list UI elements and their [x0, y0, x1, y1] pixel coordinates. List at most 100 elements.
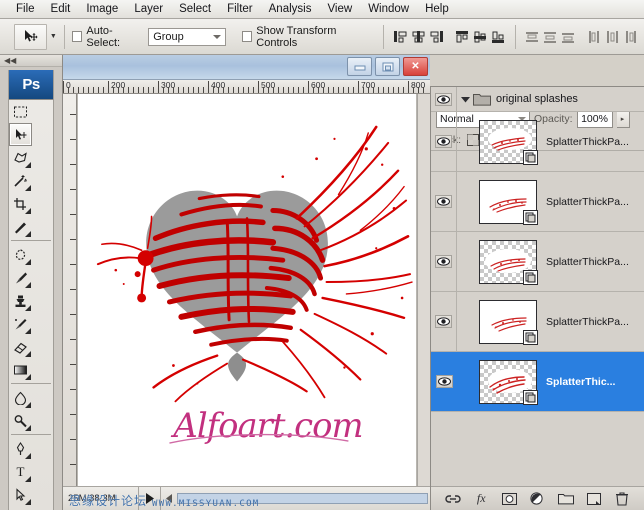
chevron-down-icon[interactable]	[457, 96, 473, 103]
table-row[interactable]: SplatterThickPa...	[431, 292, 644, 352]
brush-tool[interactable]	[9, 266, 32, 289]
table-row[interactable]: SplatterThickPa...	[431, 112, 644, 172]
collapse-panel-icon[interactable]: ◀◀	[0, 55, 62, 67]
clone-stamp-tool[interactable]	[9, 289, 32, 312]
play-triangle-icon[interactable]	[139, 487, 161, 510]
pen-tool[interactable]	[9, 437, 32, 460]
custom-shape-tool[interactable]	[9, 506, 32, 510]
distribute-right-edges-icon[interactable]	[623, 29, 639, 45]
menu-item-filter[interactable]: Filter	[219, 2, 261, 17]
table-row[interactable]: SplatterThickPa...	[431, 172, 644, 232]
auto-select-label: Auto-Select:	[86, 25, 144, 49]
move-tool[interactable]	[9, 123, 32, 146]
distribute-vertical-centers-icon[interactable]	[542, 29, 558, 45]
menu-item-layer[interactable]: Layer	[126, 2, 171, 17]
menu-item-image[interactable]: Image	[78, 2, 126, 17]
tool-preset-chevron-icon[interactable]: ▼	[50, 33, 57, 40]
eye-visibility-icon[interactable]	[435, 93, 452, 106]
eye-visibility-icon[interactable]	[435, 195, 452, 208]
horizontal-ruler[interactable]: 0 200 300 400 500 600 700 800	[63, 80, 430, 94]
move-tool-icon[interactable]	[14, 24, 47, 50]
vertical-ruler[interactable]	[63, 94, 77, 486]
history-brush-tool[interactable]	[9, 312, 32, 335]
options-bar: ▼ Auto-Select: Group Show Transform Cont…	[0, 19, 644, 55]
folder-icon	[473, 92, 491, 106]
eraser-tool[interactable]	[9, 335, 32, 358]
options-separator-2	[383, 25, 384, 49]
dodge-tool[interactable]	[9, 409, 32, 432]
layer-thumbnail-wrap[interactable]	[479, 120, 537, 164]
smart-object-badge-icon	[523, 270, 538, 285]
blur-tool[interactable]	[9, 386, 32, 409]
layer-visibility-cell[interactable]	[431, 292, 457, 351]
gradient-tool[interactable]	[9, 358, 32, 381]
group-visibility-cell[interactable]	[431, 87, 457, 111]
lasso-tool[interactable]	[9, 146, 32, 169]
layer-list[interactable]: original splashes	[431, 87, 644, 486]
eye-visibility-icon[interactable]	[436, 375, 453, 388]
align-right-edges-icon[interactable]	[429, 29, 445, 45]
layer-thumbnail-wrap[interactable]	[479, 240, 537, 284]
close-button[interactable]: ✕	[403, 57, 428, 76]
auto-select-checkbox[interactable]	[72, 31, 83, 42]
eye-visibility-icon[interactable]	[435, 315, 452, 328]
align-vertical-centers-icon[interactable]	[472, 29, 488, 45]
slice-tool[interactable]	[9, 215, 32, 238]
layer-visibility-cell[interactable]	[431, 112, 457, 171]
menu-item-window[interactable]: Window	[360, 2, 417, 17]
document-window: ✕ 0 200 300 400 500 600 700 800	[62, 55, 430, 510]
layer-visibility-cell[interactable]	[431, 172, 457, 231]
link-layers-button[interactable]	[443, 490, 463, 508]
menu-item-help[interactable]: Help	[417, 2, 457, 17]
distribute-left-edges-icon[interactable]	[586, 29, 602, 45]
eye-visibility-icon[interactable]	[435, 135, 452, 148]
eye-visibility-icon[interactable]	[435, 255, 452, 268]
menu-item-select[interactable]: Select	[171, 2, 219, 17]
layer-visibility-cell[interactable]	[431, 352, 457, 411]
distribute-bottom-edges-icon[interactable]	[561, 29, 577, 45]
rectangular-marquee-tool[interactable]	[9, 100, 32, 123]
canvas-vertical-scrollbar[interactable]	[417, 94, 430, 486]
minimize-button[interactable]	[347, 57, 372, 76]
new-group-button[interactable]	[556, 490, 576, 508]
spot-healing-brush-tool[interactable]	[9, 243, 32, 266]
scroll-left-icon[interactable]	[161, 494, 177, 503]
distribute-horizontal-centers-icon[interactable]	[604, 29, 620, 45]
path-selection-tool[interactable]	[9, 483, 32, 506]
table-row[interactable]: SplatterThic...	[431, 352, 644, 412]
document-size-indicator[interactable]: 25M/38.3M	[63, 487, 139, 510]
distribute-top-edges-icon[interactable]	[524, 29, 540, 45]
add-layer-mask-button[interactable]	[499, 490, 519, 508]
show-transform-checkbox[interactable]	[242, 31, 253, 42]
document-title-bar[interactable]: ✕	[63, 55, 430, 80]
layer-thumbnail-wrap[interactable]	[479, 360, 537, 404]
layer-thumbnail-wrap[interactable]	[479, 300, 537, 344]
restore-button[interactable]	[375, 57, 400, 76]
new-adjustment-layer-button[interactable]	[527, 490, 547, 508]
new-layer-button[interactable]	[584, 490, 604, 508]
layer-thumbnail-wrap[interactable]	[479, 180, 537, 224]
crop-tool[interactable]	[9, 192, 32, 215]
canvas-artwork[interactable]: Alfoart.com	[78, 94, 416, 486]
menu-item-file[interactable]: File	[8, 2, 43, 17]
layer-visibility-cell[interactable]	[431, 232, 457, 291]
smart-object-badge-icon	[523, 150, 538, 165]
layer-style-button[interactable]: fx	[471, 490, 491, 508]
table-row[interactable]: SplatterThickPa...	[431, 232, 644, 292]
align-left-edges-icon[interactable]	[392, 29, 408, 45]
auto-select-dropdown[interactable]: Group	[148, 28, 226, 46]
menu-item-analysis[interactable]: Analysis	[261, 2, 320, 17]
show-transform-label: Show Transform Controls	[256, 25, 376, 49]
align-horizontal-centers-icon[interactable]	[410, 29, 426, 45]
align-bottom-edges-icon[interactable]	[491, 29, 507, 45]
signature-alfoart: Alfoart.com	[169, 406, 362, 445]
horizontal-scrollbar[interactable]	[177, 493, 428, 504]
layer-group-row[interactable]: original splashes	[431, 87, 644, 112]
layer-list-inner: original splashes	[431, 87, 644, 486]
horizontal-type-tool[interactable]: T	[9, 460, 32, 483]
align-top-edges-icon[interactable]	[454, 29, 470, 45]
delete-layer-button[interactable]	[612, 490, 632, 508]
menu-item-edit[interactable]: Edit	[43, 2, 79, 17]
magic-wand-tool[interactable]	[9, 169, 32, 192]
menu-item-view[interactable]: View	[319, 2, 360, 17]
